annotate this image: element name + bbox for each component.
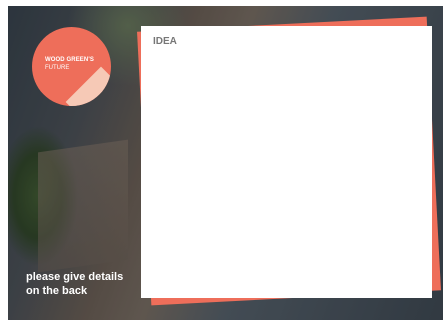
idea-card: IDEA (141, 26, 432, 298)
instruction-line-2: on the back (26, 285, 88, 297)
card-title: IDEA (153, 36, 177, 47)
instruction-note: please give details on the back (26, 270, 123, 298)
peeled-corner (65, 66, 111, 106)
badge-subtitle: FUTURE (45, 65, 70, 71)
instruction-line-1: please give details (26, 271, 124, 283)
badge-title: WOOD GREEN'S (45, 57, 94, 63)
badge-sticker (32, 27, 111, 106)
